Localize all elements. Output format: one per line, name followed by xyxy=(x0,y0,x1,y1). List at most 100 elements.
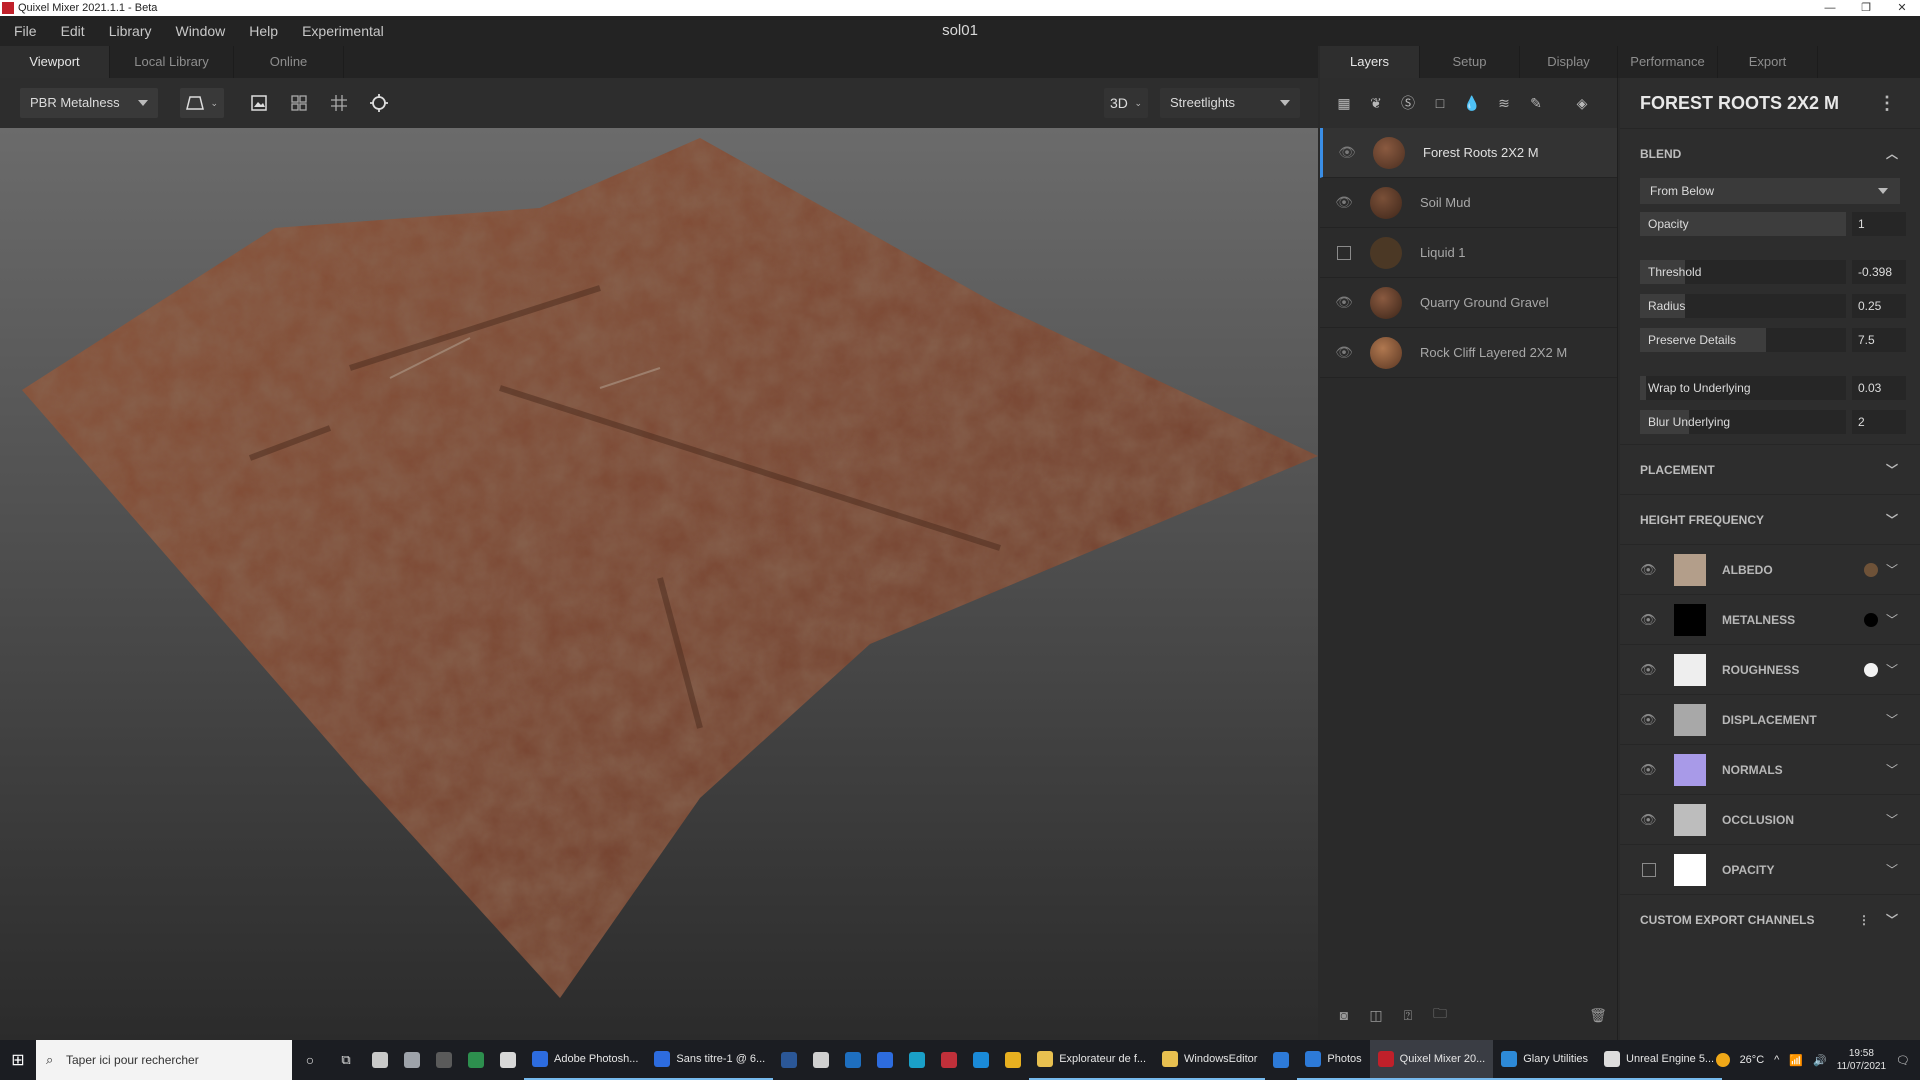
layer-row[interactable]: 👁 Quarry Ground Gravel xyxy=(1320,278,1617,328)
placement-section-header[interactable]: PLACEMENT ﹀ xyxy=(1620,444,1920,494)
more-options-icon[interactable]: ⋮ xyxy=(1878,78,1896,128)
menu-library[interactable]: Library xyxy=(97,23,164,39)
channel-color-swatch[interactable] xyxy=(1864,612,1878,627)
chevron-down-icon[interactable]: ﹀ xyxy=(1886,561,1898,578)
eye-icon[interactable]: 👁 xyxy=(1640,562,1657,578)
more-options-icon[interactable]: ⋮ xyxy=(1858,895,1870,945)
maximize-button[interactable]: ❐ xyxy=(1848,0,1884,16)
weather-temperature[interactable]: 26°C xyxy=(1740,1054,1765,1066)
taskbar-app[interactable] xyxy=(805,1040,837,1080)
custom-export-channels-header[interactable]: CUSTOM EXPORT CHANNELS ⋮ ﹀ xyxy=(1620,894,1920,944)
layer-row[interactable]: Liquid 1 xyxy=(1320,228,1617,278)
blend-section-header[interactable]: BLEND ︿ xyxy=(1620,128,1920,178)
channel-color-swatch[interactable] xyxy=(1864,562,1878,577)
tab-layers[interactable]: Layers xyxy=(1320,46,1420,78)
eye-icon[interactable]: 👁 xyxy=(1334,294,1354,311)
clock[interactable]: 19:58 11/07/2021 xyxy=(1837,1047,1886,1073)
chevron-down-icon[interactable]: ﹀ xyxy=(1886,711,1898,728)
tab-export[interactable]: Export xyxy=(1718,46,1818,78)
chevron-down-icon[interactable]: ﹀ xyxy=(1886,661,1898,678)
taskbar-app[interactable] xyxy=(933,1040,965,1080)
channel-row[interactable]: 👁 OCCLUSION ﹀ xyxy=(1620,794,1920,844)
shader-mode-dropdown[interactable]: PBR Metalness xyxy=(20,88,158,118)
eye-icon[interactable]: 👁 xyxy=(1640,612,1657,628)
folder-icon[interactable]: 🗀 xyxy=(1428,1003,1452,1027)
taskbar-app[interactable] xyxy=(364,1040,396,1080)
slider-value[interactable]: 0.03 xyxy=(1852,376,1906,400)
eye-icon[interactable]: 👁 xyxy=(1334,194,1354,211)
channel-row[interactable]: 👁 DISPLACEMENT ﹀ xyxy=(1620,694,1920,744)
add-help-icon[interactable]: ⍰ xyxy=(1396,1003,1420,1027)
eye-icon[interactable]: 👁 xyxy=(1640,762,1657,778)
task-view-icon[interactable]: ⧉ xyxy=(328,1052,364,1068)
layer-stack-icon[interactable]: ◈ xyxy=(1570,91,1594,115)
layer-row[interactable]: 👁 Forest Roots 2X2 M xyxy=(1320,128,1617,178)
taskbar-app[interactable] xyxy=(428,1040,460,1080)
taskbar-app[interactable]: Adobe Photosh... xyxy=(524,1040,647,1080)
close-button[interactable]: ✕ xyxy=(1884,0,1920,16)
tab-viewport[interactable]: Viewport xyxy=(0,46,110,78)
slider-value[interactable]: 0.25 xyxy=(1852,294,1906,318)
menu-experimental[interactable]: Experimental xyxy=(290,23,396,39)
layer-row[interactable]: 👁 Soil Mud xyxy=(1320,178,1617,228)
crosshair-icon[interactable] xyxy=(364,88,394,118)
property-slider[interactable]: Wrap to Underlying 0.03 xyxy=(1640,376,1906,400)
chevron-down-icon[interactable]: ﹀ xyxy=(1886,811,1898,828)
cortana-icon[interactable]: ○ xyxy=(292,1052,328,1068)
taskbar-app[interactable] xyxy=(1265,1040,1297,1080)
channel-row[interactable]: 👁 ALBEDO ﹀ xyxy=(1620,544,1920,594)
channel-color-swatch[interactable] xyxy=(1864,662,1878,677)
property-slider[interactable]: Threshold -0.398 xyxy=(1640,260,1906,284)
eye-icon[interactable]: 👁 xyxy=(1640,712,1657,728)
add-modifier-icon[interactable]: ◫ xyxy=(1364,1003,1388,1027)
channel-row[interactable]: OPACITY ﹀ xyxy=(1620,844,1920,894)
property-slider[interactable]: Preserve Details 7.5 xyxy=(1640,328,1906,352)
windows-start-icon[interactable]: ⊞ xyxy=(0,1050,36,1070)
taskbar-app[interactable] xyxy=(492,1040,524,1080)
menu-window[interactable]: Window xyxy=(163,23,237,39)
add-mask-icon[interactable]: ◙ xyxy=(1332,1003,1356,1027)
tab-performance[interactable]: Performance xyxy=(1618,46,1718,78)
channel-row[interactable]: 👁 NORMALS ﹀ xyxy=(1620,744,1920,794)
chevron-down-icon[interactable]: ﹀ xyxy=(1886,761,1898,778)
taskbar-app[interactable] xyxy=(396,1040,428,1080)
slider-value[interactable]: -0.398 xyxy=(1852,260,1906,284)
paint-layer-icon[interactable]: ✎ xyxy=(1524,91,1548,115)
tab-display[interactable]: Display xyxy=(1520,46,1618,78)
slider-value[interactable]: 2 xyxy=(1852,410,1906,434)
taskbar-search[interactable]: ⌕ Taper ici pour rechercher xyxy=(36,1040,292,1080)
tab-local-library[interactable]: Local Library xyxy=(110,46,234,78)
taskbar-app[interactable] xyxy=(837,1040,869,1080)
menu-help[interactable]: Help xyxy=(237,23,290,39)
chevron-up-icon[interactable]: ^ xyxy=(1774,1054,1779,1066)
taskbar-app[interactable]: Photos xyxy=(1297,1040,1370,1080)
taskbar-app[interactable]: Sans titre-1 @ 6... xyxy=(646,1040,774,1080)
channel-row[interactable]: 👁 METALNESS ﹀ xyxy=(1620,594,1920,644)
eye-icon[interactable]: 👁 xyxy=(1337,144,1357,161)
blend-mode-dropdown[interactable]: From Below xyxy=(1640,178,1900,204)
tile-view-icon[interactable] xyxy=(284,88,314,118)
atlas-layer-icon[interactable]: ❦ xyxy=(1364,91,1388,115)
chevron-down-icon[interactable]: ﹀ xyxy=(1886,611,1898,628)
height-frequency-section-header[interactable]: HEIGHT FREQUENCY ﹀ xyxy=(1620,494,1920,544)
environment-dropdown[interactable]: Streetlights xyxy=(1160,88,1300,118)
property-slider[interactable]: Blur Underlying 2 xyxy=(1640,410,1906,434)
taskbar-app[interactable] xyxy=(997,1040,1029,1080)
opacity-slider[interactable]: Opacity 1 xyxy=(1640,212,1906,236)
projection-dropdown[interactable]: ⌄ xyxy=(180,88,224,118)
tab-online[interactable]: Online xyxy=(234,46,344,78)
smart-material-icon[interactable]: Ⓢ xyxy=(1396,91,1420,115)
volume-icon[interactable]: 🔊 xyxy=(1813,1054,1827,1067)
chevron-down-icon[interactable]: ﹀ xyxy=(1886,495,1898,545)
chevron-down-icon[interactable]: ﹀ xyxy=(1886,445,1898,495)
chevron-down-icon[interactable]: ﹀ xyxy=(1886,895,1898,945)
solid-layer-icon[interactable]: □ xyxy=(1428,91,1452,115)
taskbar-app[interactable]: WindowsEditor xyxy=(1154,1040,1266,1080)
taskbar-app[interactable]: Explorateur de f... xyxy=(1029,1040,1155,1080)
eye-icon[interactable]: 👁 xyxy=(1334,344,1354,361)
eye-icon[interactable]: 👁 xyxy=(1640,812,1657,828)
menu-file[interactable]: File xyxy=(0,23,49,39)
taskbar-app[interactable]: Quixel Mixer 20... xyxy=(1369,1040,1494,1080)
taskbar-app[interactable] xyxy=(773,1040,805,1080)
water-layer-icon[interactable]: ≋ xyxy=(1492,91,1516,115)
